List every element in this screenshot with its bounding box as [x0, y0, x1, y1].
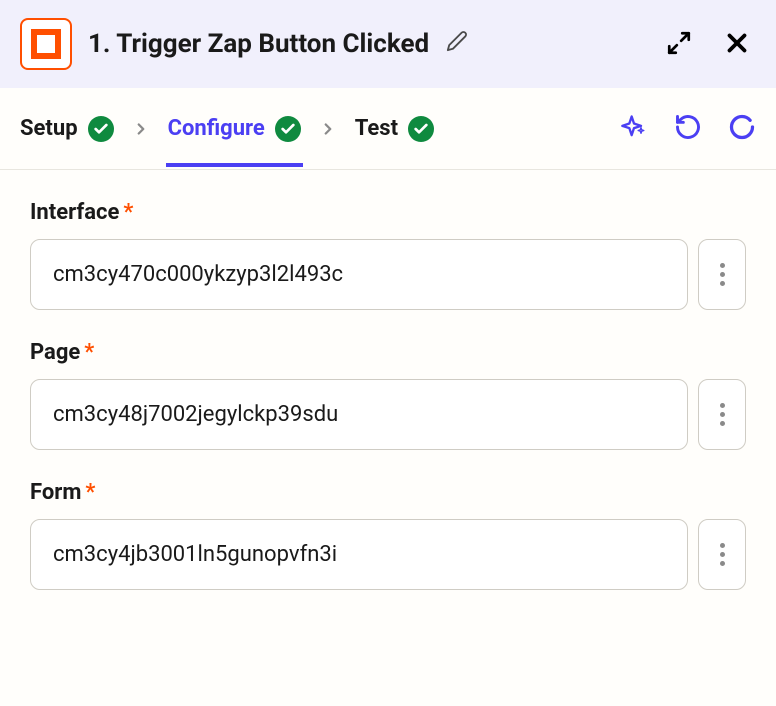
form-input[interactable] — [30, 519, 688, 590]
refresh-button[interactable] — [728, 113, 756, 144]
expand-button[interactable] — [662, 26, 696, 63]
field-form-label: Form* — [30, 480, 746, 505]
more-vertical-icon — [720, 272, 725, 277]
field-row — [30, 519, 746, 590]
label-text: Form — [30, 480, 81, 505]
field-row — [30, 379, 746, 450]
undo-icon — [674, 113, 702, 144]
required-asterisk: * — [123, 200, 133, 225]
tab-test[interactable]: Test — [355, 91, 434, 167]
tab-group: Setup Configure Test — [20, 91, 434, 167]
form-area: Interface* Page* Form* — [0, 170, 776, 650]
more-vertical-icon — [720, 561, 725, 566]
more-vertical-icon — [720, 543, 725, 548]
check-icon — [275, 116, 301, 142]
page-title: 1. Trigger Zap Button Clicked — [88, 29, 662, 59]
header-actions — [662, 24, 756, 65]
tab-test-label: Test — [355, 116, 398, 141]
tab-configure-label: Configure — [168, 116, 265, 141]
check-icon — [88, 116, 114, 142]
label-text: Page — [30, 340, 80, 365]
field-form: Form* — [30, 480, 746, 590]
more-vertical-icon — [720, 263, 725, 268]
close-icon — [722, 28, 752, 61]
more-vertical-icon — [720, 552, 725, 557]
tab-configure[interactable]: Configure — [168, 91, 301, 167]
page-more-button[interactable] — [698, 379, 746, 450]
form-more-button[interactable] — [698, 519, 746, 590]
more-vertical-icon — [720, 281, 725, 286]
field-page: Page* — [30, 340, 746, 450]
more-vertical-icon — [720, 403, 725, 408]
chevron-right-icon — [319, 120, 337, 138]
more-vertical-icon — [720, 421, 725, 426]
interface-input[interactable] — [30, 239, 688, 310]
close-button[interactable] — [718, 24, 756, 65]
interface-more-button[interactable] — [698, 239, 746, 310]
tab-setup[interactable]: Setup — [20, 91, 114, 167]
tab-actions — [620, 113, 756, 144]
circle-icon — [728, 113, 756, 144]
app-icon — [20, 18, 72, 70]
field-row — [30, 239, 746, 310]
title-text: 1. Trigger Zap Button Clicked — [88, 29, 429, 59]
modal-header: 1. Trigger Zap Button Clicked — [0, 0, 776, 88]
more-vertical-icon — [720, 412, 725, 417]
field-page-label: Page* — [30, 340, 746, 365]
undo-button[interactable] — [674, 113, 702, 144]
expand-icon — [666, 30, 692, 59]
required-asterisk: * — [84, 340, 94, 365]
field-interface-label: Interface* — [30, 200, 746, 225]
tab-setup-label: Setup — [20, 116, 78, 141]
label-text: Interface — [30, 200, 119, 225]
sparkle-icon — [620, 113, 648, 144]
field-interface: Interface* — [30, 200, 746, 310]
required-asterisk: * — [85, 480, 95, 505]
page-input[interactable] — [30, 379, 688, 450]
check-icon — [408, 116, 434, 142]
chevron-right-icon — [132, 120, 150, 138]
ai-sparkle-button[interactable] — [620, 113, 648, 144]
edit-icon[interactable] — [446, 30, 468, 52]
tabs-row: Setup Configure Test — [0, 88, 776, 170]
